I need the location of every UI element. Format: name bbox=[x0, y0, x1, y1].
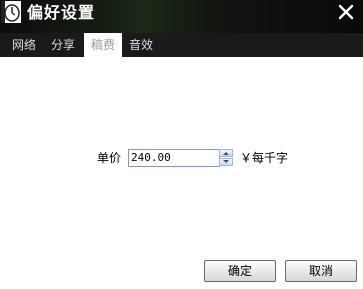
price-spinner bbox=[219, 149, 233, 167]
unit-label: ￥每千字 bbox=[240, 151, 289, 165]
spin-down-arrow-icon bbox=[223, 160, 229, 163]
spin-up-arrow-icon bbox=[223, 152, 229, 155]
ok-button[interactable]: 确定 bbox=[204, 260, 276, 282]
price-input[interactable]: 240.00 bbox=[128, 149, 220, 167]
price-stepper: 240.00 bbox=[128, 149, 234, 167]
tab-fee[interactable]: 稿费 bbox=[84, 33, 122, 57]
tab-network[interactable]: 网络 bbox=[6, 33, 42, 57]
close-icon[interactable] bbox=[337, 3, 355, 21]
tab-sound[interactable]: 音效 bbox=[124, 33, 158, 57]
title-bar[interactable]: 偏好设置 bbox=[0, 0, 363, 33]
tab-share[interactable]: 分享 bbox=[45, 33, 81, 57]
price-label: 单价 bbox=[97, 151, 122, 165]
tab-bar: 网络 分享 稿费 音效 bbox=[0, 33, 363, 57]
window-title: 偏好设置 bbox=[27, 3, 96, 22]
cancel-button[interactable]: 取消 bbox=[285, 260, 357, 282]
spin-down-button[interactable] bbox=[219, 158, 233, 166]
preferences-window: 偏好设置 网络 分享 稿费 音效 单价 240.00 ￥每千字 确定 取消 bbox=[0, 0, 363, 289]
spin-up-button[interactable] bbox=[219, 149, 233, 157]
clock-icon bbox=[1, 1, 21, 23]
